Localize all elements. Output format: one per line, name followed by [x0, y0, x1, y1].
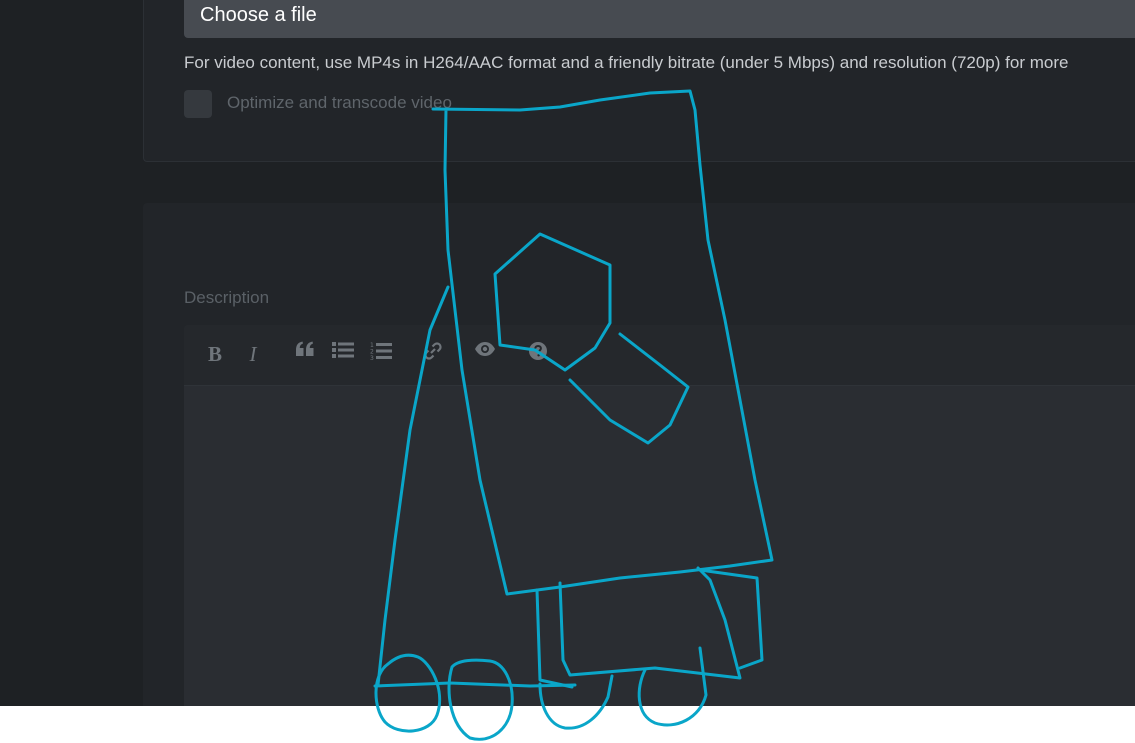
optimize-video-label[interactable]: Optimize and transcode video: [227, 93, 452, 113]
choose-file-button[interactable]: Choose a file: [184, 0, 1135, 38]
svg-text:3: 3: [370, 355, 374, 361]
bulleted-list-icon: [332, 342, 354, 358]
numbered-list-icon: 1 2 3: [370, 342, 392, 361]
description-textarea[interactable]: [184, 386, 1135, 706]
italic-icon: I: [249, 342, 257, 366]
editor-toolbar: B I 1 2 3: [184, 325, 1135, 386]
help-button[interactable]: [525, 341, 551, 367]
app-window: Choose a file For video content, use MP4…: [0, 0, 1135, 706]
bold-icon: B: [207, 342, 222, 366]
link-icon: [424, 342, 442, 360]
bold-button[interactable]: B: [202, 341, 228, 367]
quote-button[interactable]: [292, 341, 318, 367]
video-format-hint: For video content, use MP4s in H264/AAC …: [184, 53, 1069, 72]
sidebar: [0, 0, 143, 706]
link-button[interactable]: [420, 341, 446, 367]
description-editor: B I 1 2 3: [184, 325, 1135, 706]
italic-button[interactable]: I: [240, 341, 266, 367]
preview-button[interactable]: [472, 341, 498, 367]
quote-icon: [296, 341, 314, 356]
eye-icon: [475, 342, 495, 356]
description-label: Description: [184, 288, 270, 307]
question-circle-icon: [529, 342, 547, 360]
ordered-list-button[interactable]: 1 2 3: [368, 341, 394, 367]
unordered-list-button[interactable]: [330, 341, 356, 367]
optimize-video-checkbox[interactable]: [184, 90, 212, 118]
